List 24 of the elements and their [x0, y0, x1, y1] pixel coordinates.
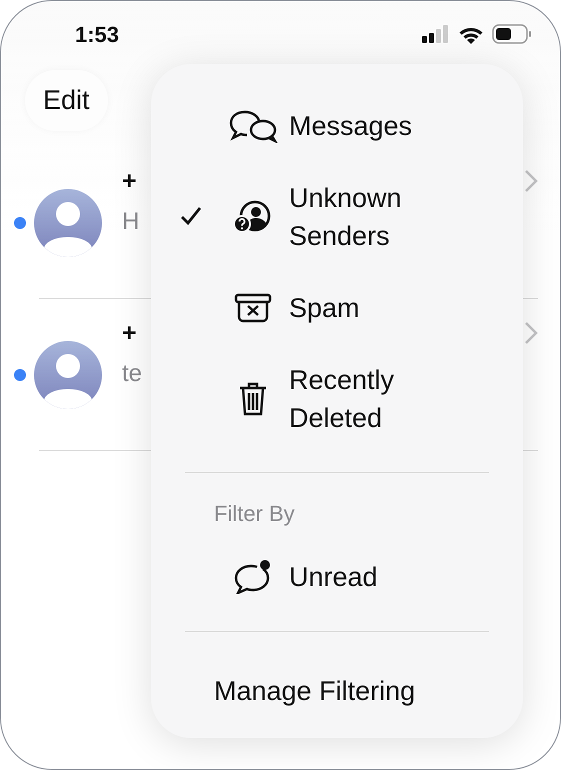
- avatar-icon: [34, 341, 102, 409]
- avatar-icon: [34, 189, 102, 257]
- menu-item[interactable]: Unknown Senders: [151, 162, 523, 272]
- menu-item[interactable]: Spam: [151, 272, 523, 344]
- manage-filtering-link[interactable]: Manage Filtering: [214, 676, 416, 706]
- chevron-icon: [524, 169, 538, 193]
- chevron-icon: [524, 321, 538, 345]
- message-preview: H: [122, 208, 140, 236]
- contact-name: +: [122, 167, 138, 196]
- trash-icon: [238, 381, 268, 417]
- menu-item[interactable]: Recently Deleted: [151, 344, 523, 454]
- person-question-icon: [233, 200, 273, 234]
- menu-item[interactable]: Messages: [151, 90, 523, 162]
- battery-icon: [492, 24, 532, 44]
- section-header: Filter By: [213, 500, 296, 528]
- edit-button[interactable]: Edit: [25, 70, 108, 130]
- junk-bin-icon: [234, 293, 272, 323]
- unread-bubble-icon: [233, 560, 273, 594]
- message-preview: te: [122, 360, 142, 388]
- signal-icon: [422, 25, 450, 43]
- contact-name: +: [122, 319, 138, 348]
- status-time: 1:53: [75, 21, 120, 48]
- menu-item[interactable]: Unread: [151, 541, 523, 613]
- chat-bubbles-icon: [228, 109, 278, 143]
